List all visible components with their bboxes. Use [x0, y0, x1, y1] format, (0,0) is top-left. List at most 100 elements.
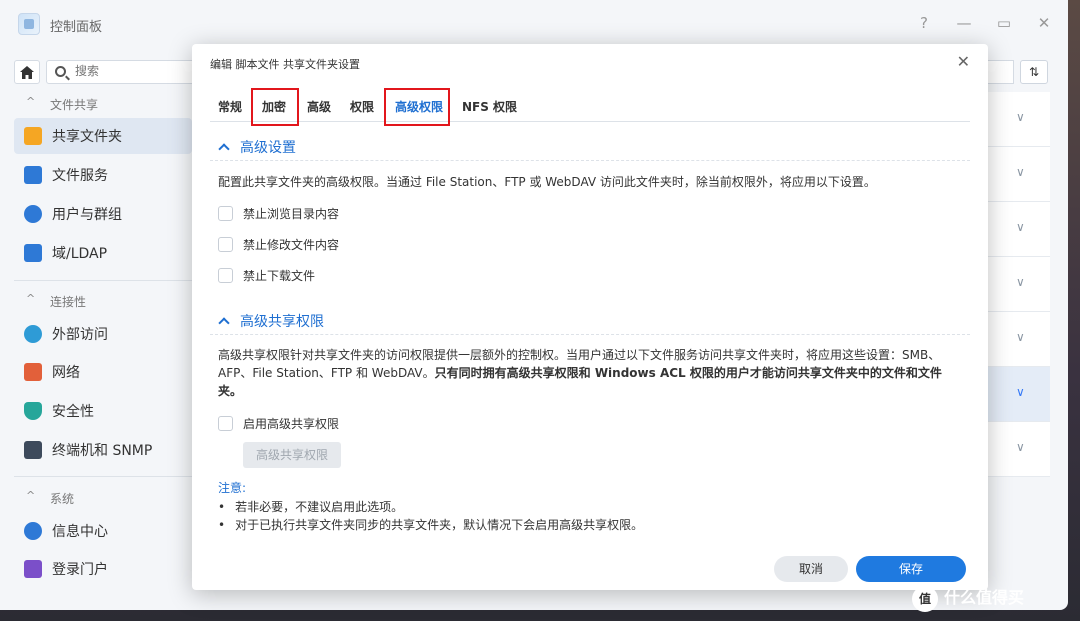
network-icon	[24, 363, 42, 381]
folder-icon	[24, 127, 42, 145]
checkbox[interactable]	[218, 268, 233, 283]
sidebar-item-label: 终端机和 SNMP	[52, 443, 153, 459]
cancel-button[interactable]: 取消	[774, 556, 848, 582]
sidebar-item-file-services[interactable]: 文件服务	[14, 157, 192, 193]
save-button[interactable]: 保存	[856, 556, 966, 582]
checkbox[interactable]	[218, 206, 233, 221]
highlight-box-encryption	[251, 88, 299, 126]
sidebar-item-label: 安全性	[52, 404, 94, 420]
close-icon[interactable]: ✕	[957, 52, 970, 71]
terminal-icon	[24, 441, 42, 459]
chevron-down-icon[interactable]: ∨	[1016, 385, 1025, 399]
checkbox[interactable]	[218, 237, 233, 252]
sidebar-item-domain-ldap[interactable]: 域/LDAP	[14, 235, 192, 271]
window-title: 控制面板	[50, 20, 103, 35]
divider	[210, 334, 970, 335]
divider	[14, 476, 204, 477]
tab-nfs-permissions[interactable]: NFS 权限	[462, 98, 517, 115]
sidebar-item-label: 登录门户	[52, 562, 108, 578]
search-input[interactable]	[75, 64, 195, 78]
sidebar: 文件共享 共享文件夹 文件服务 用户与群组 域/LDAP 连接性 外部访问 网络	[0, 48, 222, 610]
sidebar-item-label: 用户与群组	[52, 207, 122, 223]
info-icon	[24, 522, 42, 540]
chevron-down-icon[interactable]: ∨	[1016, 165, 1025, 179]
sidebar-item-login-portal[interactable]: 登录门户	[14, 551, 192, 587]
table-row[interactable]: ∨	[984, 202, 1050, 257]
sidebar-item-external-access[interactable]: 外部访问	[14, 316, 192, 352]
chevron-down-icon[interactable]: ∨	[1016, 110, 1025, 124]
sidebar-item-label: 文件服务	[52, 168, 108, 184]
dialog-footer: 取消 保存	[192, 550, 988, 590]
dialog-title: 编辑 脚本文件 共享文件夹设置	[210, 58, 360, 71]
advanced-settings-description: 配置此共享文件夹的高级权限。当通过 File Station、FTP 或 Web…	[218, 175, 876, 189]
divider	[210, 160, 970, 161]
sidebar-item-label: 网络	[52, 365, 80, 381]
advanced-share-permissions-description: 高级共享权限针对共享文件夹的访问权限提供一层额外的控制权。当用户通过以下文件服务…	[218, 348, 942, 398]
help-icon[interactable]: ?	[914, 14, 934, 32]
checkbox-enable-advanced-share-permissions[interactable]: 启用高级共享权限	[218, 415, 339, 432]
chevron-down-icon[interactable]: ∨	[1016, 220, 1025, 234]
sort-button[interactable]: ⇅	[1020, 60, 1048, 84]
highlight-box-advanced-permissions	[384, 88, 450, 126]
note-item: 若非必要，不建议启用此选项。	[218, 498, 403, 515]
divider	[14, 280, 204, 281]
chevron-up-icon	[218, 143, 230, 155]
chevron-down-icon[interactable]: ∨	[1016, 330, 1025, 344]
sidebar-item-info-center[interactable]: 信息中心	[14, 513, 192, 549]
domain-icon	[24, 244, 42, 262]
close-icon[interactable]: ✕	[1034, 14, 1054, 32]
section-header-file-sharing[interactable]: 文件共享	[26, 95, 98, 113]
file-service-icon	[24, 166, 42, 184]
sidebar-item-shared-folder[interactable]: 共享文件夹	[14, 118, 192, 154]
note-title: 注意:	[218, 481, 247, 495]
sidebar-item-network[interactable]: 网络	[14, 354, 192, 390]
sort-icon: ⇅	[1028, 65, 1040, 79]
table-row[interactable]: ∨	[984, 257, 1050, 312]
table-row[interactable]: ∨	[984, 422, 1050, 477]
advanced-share-permissions-button[interactable]: 高级共享权限	[243, 442, 341, 468]
chevron-up-icon	[218, 317, 230, 329]
table-row-selected[interactable]: ∨	[984, 367, 1050, 422]
folder-list-pane: ⇅ ∨ ∨ ∨ ∨ ∨ ∨ ∨	[984, 48, 1068, 610]
control-panel-icon	[18, 13, 40, 35]
external-access-icon	[24, 325, 42, 343]
search-field[interactable]	[46, 60, 206, 84]
window-controls: ? — ▭ ✕	[914, 14, 1054, 32]
tab-advanced[interactable]: 高级	[307, 98, 331, 115]
tab-permissions[interactable]: 权限	[350, 98, 374, 115]
checkbox-disable-modify[interactable]: 禁止修改文件内容	[218, 236, 339, 253]
maximize-icon[interactable]: ▭	[994, 14, 1014, 32]
table-row[interactable]: ∨	[984, 147, 1050, 202]
users-icon	[24, 205, 42, 223]
sidebar-item-users-groups[interactable]: 用户与群组	[14, 196, 192, 232]
sidebar-item-label: 外部访问	[52, 327, 108, 343]
table-row[interactable]: ∨	[984, 92, 1050, 147]
checkbox-disable-browse[interactable]: 禁止浏览目录内容	[218, 205, 339, 222]
filter-input[interactable]	[984, 60, 1014, 84]
watermark-logo: 值	[912, 585, 938, 612]
shield-icon	[24, 402, 42, 420]
sidebar-item-label: 信息中心	[52, 524, 108, 540]
tab-general[interactable]: 常规	[218, 98, 242, 115]
home-icon	[20, 65, 34, 79]
chevron-down-icon[interactable]: ∨	[1016, 440, 1025, 454]
section-advanced-settings-header[interactable]: 高级设置	[218, 137, 296, 157]
search-icon	[55, 66, 66, 77]
home-button[interactable]	[14, 60, 40, 84]
sidebar-item-terminal-snmp[interactable]: 终端机和 SNMP	[14, 432, 192, 468]
section-advanced-share-permissions-header[interactable]: 高级共享权限	[218, 311, 324, 331]
minimize-icon[interactable]: —	[954, 14, 974, 32]
checkbox-disable-download[interactable]: 禁止下载文件	[218, 267, 315, 284]
edit-shared-folder-dialog: 编辑 脚本文件 共享文件夹设置 ✕ 常规 加密 高级 权限 高级权限 NFS 权…	[192, 44, 988, 590]
watermark: 值什么值得买	[912, 584, 1024, 612]
window-titlebar: 控制面板 ? — ▭ ✕	[0, 0, 1068, 48]
table-row[interactable]: ∨	[984, 312, 1050, 367]
section-header-connectivity[interactable]: 连接性	[26, 292, 86, 310]
sidebar-item-security[interactable]: 安全性	[14, 393, 192, 429]
chevron-down-icon[interactable]: ∨	[1016, 275, 1025, 289]
checkbox[interactable]	[218, 416, 233, 431]
sidebar-item-label: 域/LDAP	[52, 246, 108, 262]
tab-bar: 常规 加密 高级 权限 高级权限 NFS 权限	[210, 88, 970, 126]
note-item: 对于已执行共享文件夹同步的共享文件夹，默认情况下会启用高级共享权限。	[218, 516, 643, 533]
section-header-system[interactable]: 系统	[26, 489, 74, 507]
